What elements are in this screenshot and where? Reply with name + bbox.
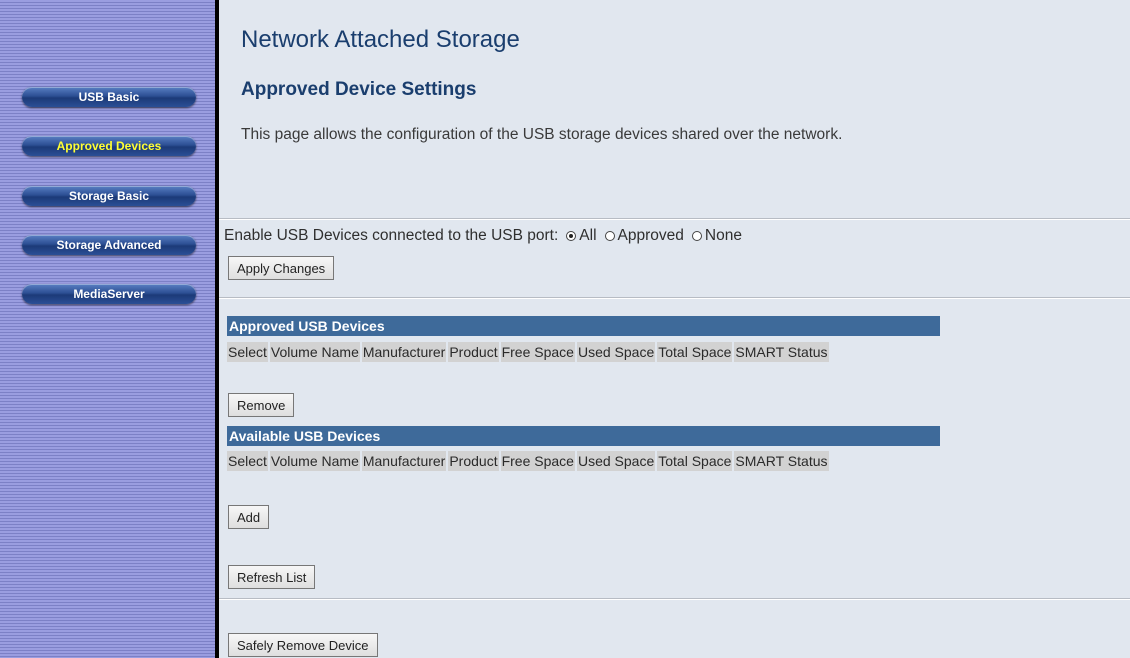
sidebar-item-mediaserver[interactable]: MediaServer bbox=[22, 284, 196, 304]
column-header: Product bbox=[448, 342, 499, 362]
sidebar-item-storage-basic[interactable]: Storage Basic bbox=[22, 186, 196, 206]
radio-approved[interactable] bbox=[604, 231, 615, 241]
column-header: SMART Status bbox=[734, 342, 829, 362]
column-header: Total Space bbox=[657, 451, 733, 471]
safely-remove-device-button[interactable]: Safely Remove Device bbox=[228, 633, 378, 657]
radio-all[interactable] bbox=[566, 231, 577, 241]
column-header: Total Space bbox=[657, 342, 733, 362]
divider bbox=[219, 218, 1130, 220]
enable-usb-row: Enable USB Devices connected to the USB … bbox=[224, 227, 742, 245]
divider bbox=[219, 598, 1130, 600]
sidebar-item-approved-devices[interactable]: Approved Devices bbox=[22, 136, 196, 156]
sidebar: USB Basic Approved Devices Storage Basic… bbox=[0, 0, 215, 658]
column-header: Manufacturer bbox=[361, 342, 447, 362]
approved-devices-header: Approved USB Devices bbox=[227, 316, 940, 336]
column-header: Product bbox=[448, 451, 499, 471]
divider bbox=[219, 297, 1130, 299]
refresh-list-button[interactable]: Refresh List bbox=[228, 565, 316, 589]
main-content: Network Attached Storage Approved Device… bbox=[219, 0, 1130, 658]
column-header: Used Space bbox=[576, 342, 656, 362]
add-button[interactable]: Add bbox=[228, 505, 270, 529]
available-devices-header: Available USB Devices bbox=[227, 426, 940, 446]
radio-none-label[interactable]: None bbox=[705, 227, 742, 245]
sidebar-item-usb-basic[interactable]: USB Basic bbox=[22, 87, 196, 107]
radio-all-label[interactable]: All bbox=[579, 227, 596, 245]
column-header: Select bbox=[227, 451, 268, 471]
column-header: Free Space bbox=[500, 451, 575, 471]
apply-changes-button[interactable]: Apply Changes bbox=[228, 256, 335, 280]
remove-button[interactable]: Remove bbox=[228, 393, 295, 417]
approved-devices-columns: Select Volume Name Manufacturer Product … bbox=[227, 342, 829, 362]
enable-usb-label: Enable USB Devices connected to the USB … bbox=[224, 227, 559, 244]
sidebar-item-storage-advanced[interactable]: Storage Advanced bbox=[22, 235, 196, 255]
section-title: Approved Device Settings bbox=[241, 79, 477, 100]
column-header: Used Space bbox=[576, 451, 656, 471]
column-header: Manufacturer bbox=[361, 451, 447, 471]
column-header: Volume Name bbox=[269, 451, 360, 471]
column-header: Volume Name bbox=[269, 342, 360, 362]
column-header: SMART Status bbox=[734, 451, 829, 471]
radio-approved-label[interactable]: Approved bbox=[618, 227, 684, 245]
intro-text: This page allows the configuration of th… bbox=[241, 126, 843, 143]
radio-none[interactable] bbox=[691, 231, 702, 241]
column-header: Free Space bbox=[500, 342, 575, 362]
page-title: Network Attached Storage bbox=[241, 26, 520, 53]
available-devices-columns: Select Volume Name Manufacturer Product … bbox=[227, 451, 829, 471]
column-header: Select bbox=[227, 342, 268, 362]
